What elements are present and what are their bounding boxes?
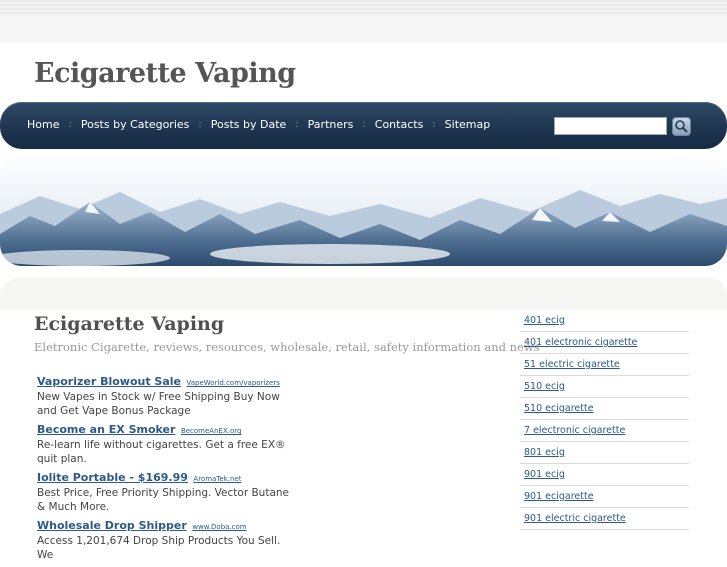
nav-link-sitemap[interactable]: Sitemap: [445, 118, 491, 131]
nav-item-partners[interactable]: Partners:: [308, 118, 375, 131]
mountain-landscape-image: [0, 154, 727, 266]
ad-text: New Vapes in Stock w/ Free Shipping Buy …: [37, 391, 280, 417]
sidebar-link[interactable]: 401 electronic cigarette: [524, 337, 637, 348]
sidebar-item: 901 ecigarette: [520, 486, 689, 508]
ad-url-link[interactable]: BecomeAnEX.org: [181, 427, 242, 435]
sidebar-item: 901 electric cigarette: [520, 508, 689, 530]
sidebar-link[interactable]: 401 ecig: [524, 315, 565, 326]
sidebar-link[interactable]: 901 ecig: [524, 469, 565, 480]
nav-item-posts-by-categories[interactable]: Posts by Categories:: [81, 118, 211, 131]
ad-text: Best Price, Free Priority Shipping. Vect…: [37, 487, 290, 513]
nav-link-partners[interactable]: Partners: [308, 118, 354, 131]
sidebar-link[interactable]: 7 electronic cigarette: [524, 425, 625, 436]
sidebar-item: 401 ecig: [520, 310, 689, 332]
content-top-band: [0, 278, 727, 310]
ad-item: Become an EX Smoker BecomeAnEX.org Re-le…: [37, 423, 291, 466]
ad-list: Vaporizer Blowout Sale VapeWorld.com/vap…: [37, 375, 291, 567]
nav-separator: :: [432, 119, 436, 130]
sidebar-link[interactable]: 510 ecig: [524, 381, 565, 392]
header-banner-image: [0, 154, 727, 266]
nav-item-posts-by-date[interactable]: Posts by Date:: [211, 118, 308, 131]
page-title[interactable]: Ecigarette Vaping: [34, 313, 224, 335]
nav-list: Home: Posts by Categories: Posts by Date…: [27, 118, 490, 131]
ad-item: Iolite Portable - $169.99 AromaTek.net B…: [37, 471, 291, 514]
sidebar-link-list: 401 ecig 401 electronic cigarette 51 ele…: [520, 310, 689, 530]
nav-item-home[interactable]: Home:: [27, 118, 81, 131]
sidebar-link[interactable]: 901 electric cigarette: [524, 513, 626, 524]
nav-separator: :: [198, 119, 202, 130]
site-description: Eletronic Cigarette, reviews, resources,…: [34, 340, 540, 354]
search-button[interactable]: [672, 117, 691, 136]
nav-separator: :: [295, 119, 299, 130]
ad-item: Wholesale Drop Shipper www.Doba.com Acce…: [37, 519, 291, 562]
ad-title-link[interactable]: Wholesale Drop Shipper: [37, 519, 187, 532]
ad-item: Vaporizer Blowout Sale VapeWorld.com/vap…: [37, 375, 291, 418]
sidebar-link[interactable]: 901 ecigarette: [524, 491, 594, 502]
search-input[interactable]: [554, 117, 667, 135]
ad-title-link[interactable]: Iolite Portable - $169.99: [37, 471, 188, 484]
search-icon: [675, 120, 688, 133]
sidebar-item: 901 ecig: [520, 464, 689, 486]
ad-url-link[interactable]: www.Doba.com: [192, 523, 246, 531]
nav-item-sitemap[interactable]: Sitemap: [445, 118, 491, 131]
nav-link-home[interactable]: Home: [27, 118, 59, 131]
nav-separator: :: [68, 119, 72, 130]
sidebar-item: 801 ecig: [520, 442, 689, 464]
sidebar-item: 7 electronic cigarette: [520, 420, 689, 442]
sidebar-link[interactable]: 510 ecigarette: [524, 403, 594, 414]
sidebar-link[interactable]: 51 electric cigarette: [524, 359, 620, 370]
ad-title-link[interactable]: Become an EX Smoker: [37, 423, 175, 436]
nav-link-contacts[interactable]: Contacts: [375, 118, 424, 131]
ad-title-link[interactable]: Vaporizer Blowout Sale: [37, 375, 181, 388]
sidebar-link[interactable]: 801 ecig: [524, 447, 565, 458]
ad-url-link[interactable]: VapeWorld.com/vaporizers: [187, 379, 280, 387]
nav-separator: :: [362, 119, 366, 130]
top-band: [0, 0, 727, 42]
ad-text: Access 1,201,674 Drop Ship Products You …: [37, 535, 281, 561]
sidebar-item: 401 electronic cigarette: [520, 332, 689, 354]
sidebar-item: 510 ecig: [520, 376, 689, 398]
site-title[interactable]: Ecigarette Vaping: [34, 58, 296, 89]
nav-item-contacts[interactable]: Contacts:: [375, 118, 445, 131]
nav-link-posts-by-categories[interactable]: Posts by Categories: [81, 118, 190, 131]
ad-text: Re-learn life without cigarettes. Get a …: [37, 439, 286, 465]
nav-link-posts-by-date[interactable]: Posts by Date: [211, 118, 287, 131]
sidebar-item: 510 ecigarette: [520, 398, 689, 420]
sidebar-item: 51 electric cigarette: [520, 354, 689, 376]
ad-url-link[interactable]: AromaTek.net: [193, 475, 241, 483]
